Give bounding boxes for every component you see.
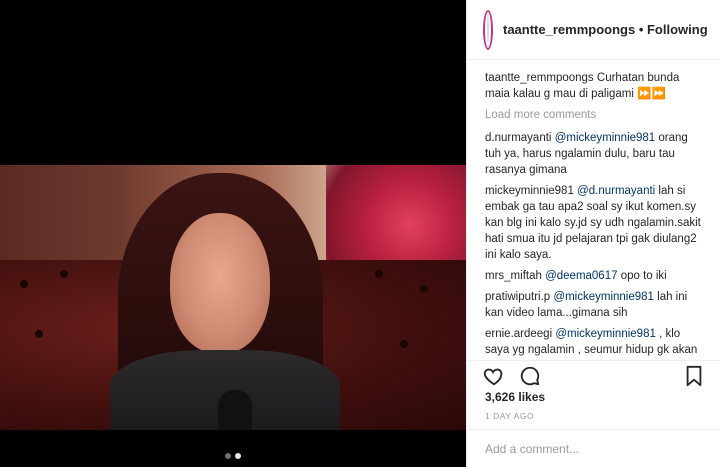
caption: taantte_remmpoongs Curhatan bunda maia k…	[485, 70, 704, 102]
sofa-button	[35, 330, 43, 338]
caption-emoji: ⏩⏩	[637, 88, 666, 100]
comment-icon[interactable]	[519, 365, 541, 387]
heart-icon[interactable]	[483, 365, 505, 387]
header-separator: •	[635, 22, 647, 37]
following-button[interactable]: Following	[647, 22, 708, 37]
comment-username[interactable]: pratiwiputri.p	[485, 291, 550, 303]
comment-mention[interactable]: @mickeyminnie981	[555, 328, 656, 340]
comment-username[interactable]: mrs_miftah	[485, 270, 542, 282]
comment-mention[interactable]: @deema0617	[545, 270, 617, 282]
comment-text: opo to iki	[617, 270, 667, 282]
header-text: taantte_remmpoongs • Following	[503, 22, 708, 37]
comment-item: ernie.ardeegi @mickeyminnie981 , klo say…	[485, 326, 704, 360]
microphone	[218, 390, 252, 430]
comment-item: pratiwiputri.p @mickeyminnie981 lah ini …	[485, 289, 704, 321]
bookmark-icon[interactable]	[684, 365, 704, 387]
avatar-image	[487, 13, 489, 46]
sofa-button	[420, 285, 428, 293]
comment-item: d.nurmayanti @mickeyminnie981 orang tuh …	[485, 130, 704, 178]
action-bar	[467, 360, 720, 390]
comment-mention[interactable]: @d.nurmayanti	[577, 185, 655, 197]
caption-username[interactable]: taantte_remmpoongs	[485, 72, 594, 84]
add-comment-input[interactable]	[485, 442, 702, 456]
video-frame[interactable]	[0, 165, 466, 430]
likes-count[interactable]: 3,626 likes	[485, 390, 545, 404]
post-timestamp[interactable]: 1 DAY AGO	[485, 411, 534, 421]
carousel-indicator	[0, 453, 466, 459]
post-side-panel: taantte_remmpoongs • Following taantte_r…	[466, 0, 720, 467]
comment-username[interactable]: ernie.ardeegi	[485, 328, 552, 340]
post-media[interactable]	[0, 0, 466, 467]
comment-username[interactable]: d.nurmayanti	[485, 132, 551, 144]
load-more-comments-button[interactable]: Load more comments	[485, 107, 704, 123]
comment-item: mrs_miftah @deema0617 opo to iki	[485, 268, 704, 284]
username-link[interactable]: taantte_remmpoongs	[503, 22, 635, 37]
avatar[interactable]	[483, 9, 493, 50]
comment-username[interactable]: mickeyminnie981	[485, 185, 574, 197]
comments-list[interactable]: taantte_remmpoongs Curhatan bunda maia k…	[467, 60, 720, 360]
sofa-button	[20, 280, 28, 288]
sofa-button	[60, 270, 68, 278]
post-header: taantte_remmpoongs • Following	[467, 0, 720, 60]
comment-item: mickeyminnie981 @d.nurmayanti lah si emb…	[485, 183, 704, 263]
sofa-button	[400, 340, 408, 348]
person-face	[170, 213, 270, 353]
carousel-dot[interactable]	[225, 453, 231, 459]
comment-mention[interactable]: @mickeyminnie981	[553, 291, 654, 303]
carousel-dot-active[interactable]	[235, 453, 241, 459]
sofa-button	[375, 270, 383, 278]
add-comment-bar	[467, 429, 720, 467]
comment-mention[interactable]: @mickeyminnie981	[555, 132, 656, 144]
